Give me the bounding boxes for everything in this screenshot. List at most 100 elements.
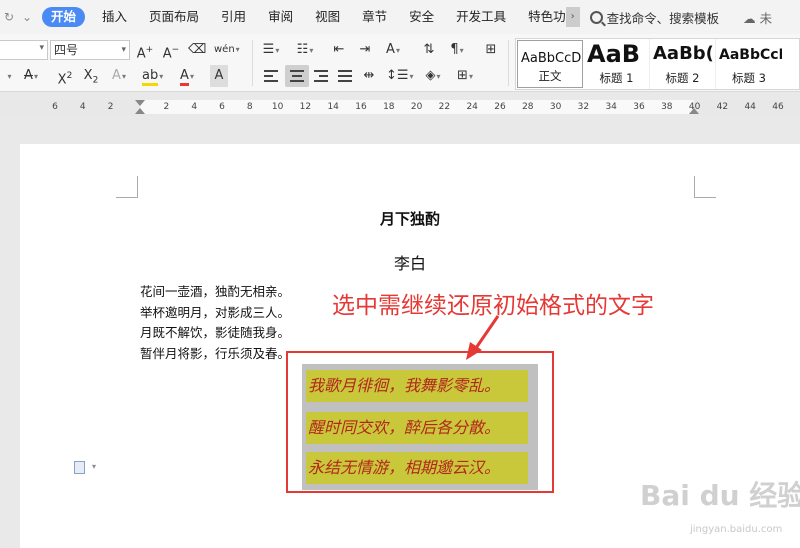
ruler-tick-label: 4	[191, 102, 198, 112]
hanging-indent-handle[interactable]	[135, 108, 145, 114]
ruler-tick-label: 22	[438, 102, 451, 112]
font-name-select[interactable]: ▾	[0, 40, 48, 60]
superscript-button[interactable]: X2	[56, 65, 74, 87]
shading-button[interactable]: ◈▾	[424, 65, 442, 87]
tab-insert[interactable]: 插入	[91, 0, 138, 34]
annotation-red-box	[286, 351, 554, 493]
border-icon: ⊞	[457, 68, 468, 83]
poem-body[interactable]: 花间一壶酒，独酌无相亲。 举杯邀明月，对影成三人。 月既不解饮，影徒随我身。 暂…	[140, 282, 290, 364]
ruler-tick-label: 2	[107, 102, 114, 112]
table-grid-button[interactable]: ⊞	[482, 39, 500, 61]
show-marks-button[interactable]: ¶▾	[448, 39, 466, 61]
baidu-watermark: Bai du 经验	[640, 479, 800, 512]
font-size-value: 四号	[54, 43, 79, 57]
tab-references[interactable]: 引用	[210, 0, 257, 34]
strikethrough-button[interactable]: A▾	[22, 65, 40, 87]
search-placeholder: 查找命令、搜索模板	[606, 10, 720, 26]
line-spacing-button[interactable]: ↕☰▾	[386, 65, 414, 87]
style-heading-2[interactable]: AaBb( 标题 2	[650, 39, 716, 89]
margin-corner-mark	[694, 176, 716, 198]
chevron-down-icon[interactable]: ▾	[92, 462, 96, 471]
subscript-button[interactable]: X2	[82, 65, 100, 87]
style-preview: AaBbCcI	[719, 47, 782, 63]
poem-author[interactable]: 李白	[20, 250, 800, 274]
numbering-button[interactable]: ☷▾	[296, 39, 314, 61]
ruler-tick-label: 32	[577, 102, 590, 112]
borders-button[interactable]: ⊞▾	[456, 65, 474, 87]
ruler-tick-label: 38	[661, 102, 673, 112]
ruler-tick-label: 12	[299, 102, 312, 112]
style-preview: AaB	[587, 40, 641, 68]
grow-font-button[interactable]: A+	[136, 39, 154, 61]
text-direction-button[interactable]: A▾	[384, 39, 402, 61]
ruler-tick-label: 8	[246, 102, 253, 112]
text-effect-button[interactable]: A▾	[110, 65, 128, 87]
poem-line[interactable]: 暂伴月将影，行乐须及春。	[140, 344, 290, 365]
justify-button[interactable]	[336, 65, 354, 87]
char-shading-button[interactable]: A	[210, 65, 228, 87]
poem-line[interactable]: 月既不解饮，影徒随我身。	[140, 323, 290, 344]
chevron-down-icon: ▾	[121, 45, 126, 55]
ruler-tick-label: 24	[466, 102, 478, 112]
tab-developer[interactable]: 开发工具	[445, 0, 517, 34]
eraser-icon: ⌫	[188, 42, 207, 57]
ruler-tick-label: 20	[410, 102, 423, 112]
align-center-button[interactable]	[285, 65, 309, 87]
tab-section[interactable]: 章节	[351, 0, 398, 34]
clear-format-button[interactable]: ⌫	[188, 39, 206, 61]
horizontal-ruler[interactable]: 6 4 2 2 4 6 8 10 12 14 16 18 20 22 24 26 28 30 32 34 36 38 40 4…	[0, 100, 800, 116]
command-search[interactable]: 查找命令、搜索模板	[589, 8, 720, 27]
numbered-list-icon: ☷	[296, 42, 309, 57]
margin-corner-mark	[116, 176, 138, 198]
poem-line[interactable]: 花间一壶酒，独酌无相亲。	[140, 282, 290, 303]
ruler-tick-label: 6	[52, 102, 58, 112]
style-normal[interactable]: AaBbCcD 正文	[517, 40, 583, 88]
highlight-color-button[interactable]: ab▾	[142, 65, 163, 87]
distributed-button[interactable]: ⇹	[360, 65, 378, 87]
style-preview: AaBbCcD	[521, 51, 582, 66]
decrease-indent-button[interactable]: ⇤	[330, 39, 348, 61]
tab-home[interactable]: 开始	[42, 7, 86, 27]
cloud-sync[interactable]: ☁ 未	[743, 8, 772, 27]
sort-button[interactable]: ⇅	[420, 39, 438, 61]
style-preview: AaBb(	[653, 43, 714, 64]
distribute-icon: ⇹	[363, 68, 375, 83]
font-size-select[interactable]: 四号 ▾	[50, 40, 130, 60]
shrink-font-button[interactable]: A−	[162, 39, 180, 61]
poem-title[interactable]: 月下独酌	[20, 208, 800, 229]
style-label: 正文	[538, 69, 562, 83]
align-center-icon	[290, 69, 304, 82]
tab-view[interactable]: 视图	[304, 0, 351, 34]
underline-dropdown[interactable]: ▾	[0, 65, 18, 87]
tab-page-layout[interactable]: 页面布局	[138, 0, 210, 34]
ruler-tick-label: 14	[327, 102, 339, 112]
document-map-icon[interactable]	[74, 461, 85, 474]
style-heading-1[interactable]: AaB 标题 1	[584, 39, 650, 89]
align-right-button[interactable]	[312, 65, 330, 87]
poem-line[interactable]: 举杯邀明月，对影成三人。	[140, 303, 290, 324]
highlighter-icon: ab	[142, 68, 159, 86]
paragraph-mark-icon: ¶	[450, 42, 459, 57]
outdent-icon: ⇤	[333, 42, 345, 57]
cloud-label: 未	[759, 10, 773, 26]
font-color-button[interactable]: A▾	[178, 65, 196, 87]
tab-security[interactable]: 安全	[398, 0, 445, 34]
ruler-tick-label: 4	[79, 102, 86, 112]
phonetic-guide-button[interactable]: wén▾	[214, 39, 240, 61]
bullets-button[interactable]: ☰▾	[262, 39, 280, 61]
quick-access-dropdown-icon[interactable]: ⌄	[18, 10, 36, 24]
more-tabs-chevron-icon[interactable]: ›	[565, 7, 580, 27]
styles-gallery: AaBbCcD 正文 AaB 标题 1 AaBb( 标题 2 AaBbCcI 标…	[515, 38, 800, 90]
phonetic-icon: wén	[214, 44, 235, 55]
style-heading-3[interactable]: AaBbCcI 标题 3	[716, 39, 782, 89]
tab-features[interactable]: 特色功	[517, 0, 566, 34]
increase-indent-button[interactable]: ⇥	[356, 39, 374, 61]
style-label: 标题 1	[599, 71, 634, 85]
right-indent-handle[interactable]	[689, 108, 699, 114]
ruler-tick-label: 34	[605, 102, 617, 112]
redo-icon[interactable]: ↻	[0, 10, 18, 24]
align-left-button[interactable]	[262, 65, 280, 87]
tab-review[interactable]: 审阅	[257, 0, 304, 34]
first-line-indent-handle[interactable]	[135, 100, 145, 106]
ruler-tick-label: 44	[744, 102, 756, 112]
